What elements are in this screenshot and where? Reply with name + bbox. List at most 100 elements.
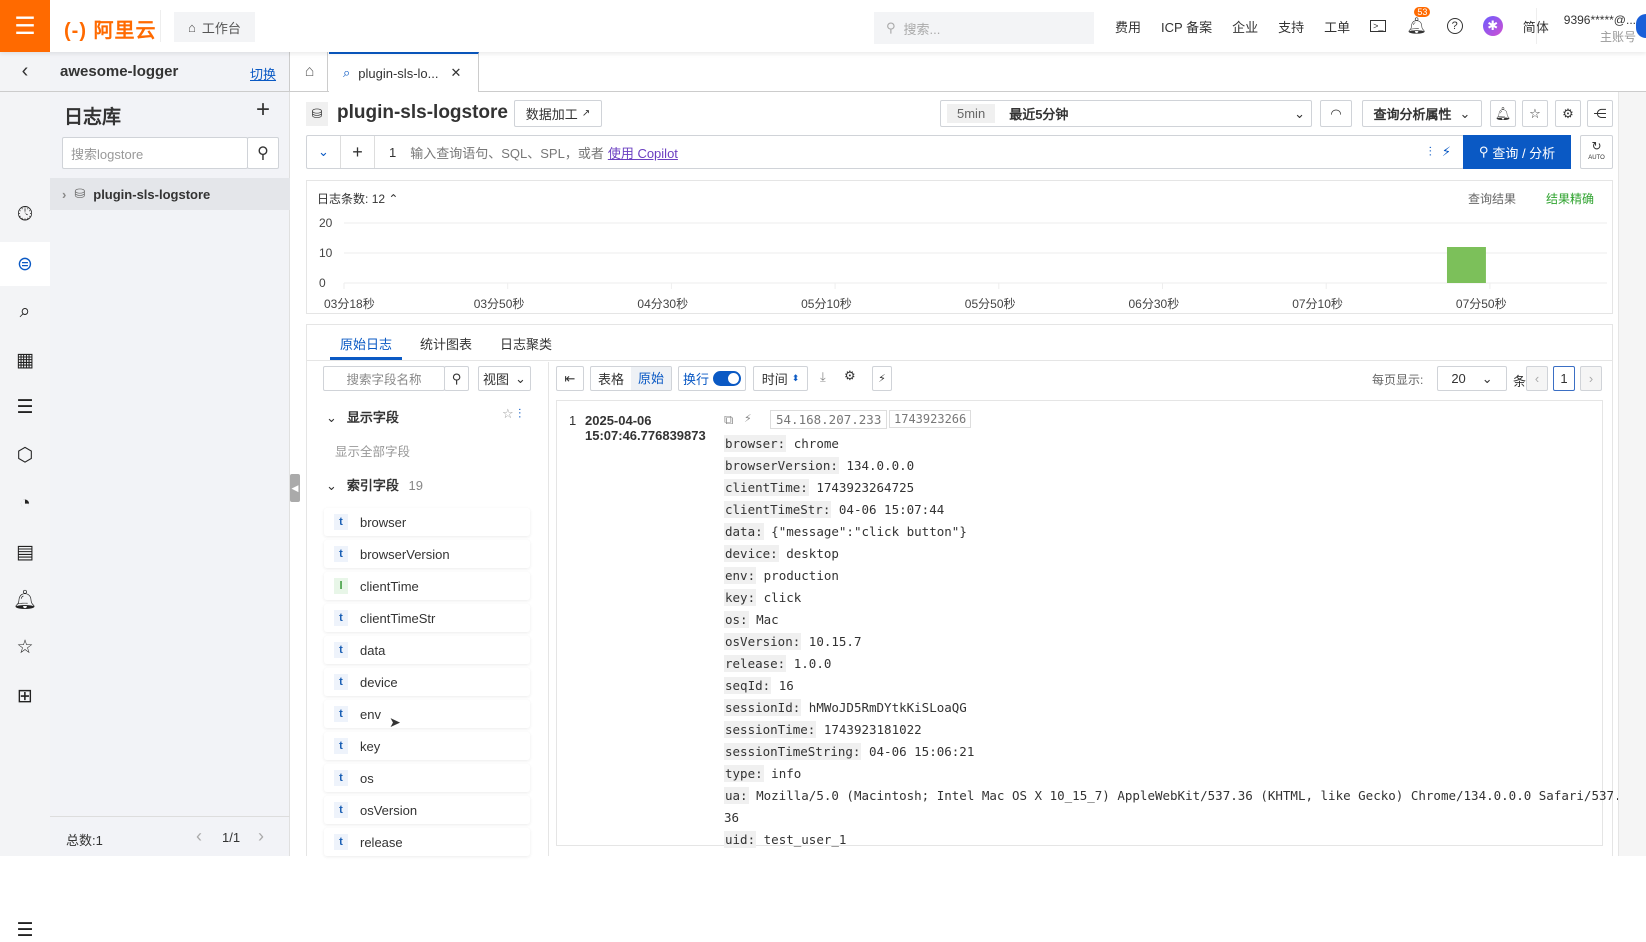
log-field-value[interactable]: 04-06 15:06:21 bbox=[869, 744, 974, 759]
log-field-value[interactable]: 134.0.0.0 bbox=[846, 458, 914, 473]
download-icon[interactable]: ⤓ bbox=[820, 369, 826, 385]
log-field-key[interactable]: uid: bbox=[724, 831, 757, 848]
nav-icp[interactable]: ICP 备案 bbox=[1161, 17, 1212, 36]
settings-icon[interactable]: ⚙ bbox=[844, 368, 856, 384]
switch-project-link[interactable]: 切换 bbox=[250, 64, 276, 83]
log-field-key[interactable]: ua: bbox=[724, 787, 749, 804]
panel-collapse-handle[interactable]: ◀ bbox=[290, 474, 300, 502]
log-field-key[interactable]: clientTimeStr: bbox=[724, 501, 832, 518]
copy-icon[interactable]: ⧉ bbox=[724, 412, 733, 428]
wrap-toggle[interactable]: 换行 bbox=[678, 366, 746, 391]
workbench-button[interactable]: ⌂ 工作台 bbox=[174, 12, 255, 42]
clock-icon[interactable]: 🕓︎ bbox=[13, 203, 37, 227]
log-field-value[interactable]: desktop bbox=[786, 546, 839, 561]
next-page-button[interactable]: › bbox=[1580, 366, 1602, 391]
log-field-value[interactable]: 36 bbox=[724, 810, 739, 825]
view-select[interactable]: 视图 ⌄ bbox=[478, 366, 531, 391]
log-field-value[interactable]: 04-06 15:07:44 bbox=[839, 502, 944, 517]
log-field-value[interactable]: production bbox=[764, 568, 839, 583]
tab-raw-logs[interactable]: 原始日志 bbox=[330, 334, 402, 360]
raw-mode-button[interactable]: 原始 bbox=[631, 367, 671, 390]
global-search-input[interactable]: ⚲ 搜索... bbox=[874, 12, 1094, 44]
field-search-input[interactable]: 搜索字段名称 bbox=[323, 366, 445, 391]
log-field-key[interactable]: sessionTimeString: bbox=[724, 743, 862, 760]
field-item[interactable]: t key bbox=[324, 732, 530, 760]
help-icon[interactable]: ? bbox=[1446, 18, 1463, 34]
add-logstore-button[interactable]: + bbox=[256, 96, 270, 124]
logstore-search-button[interactable]: ⚲ bbox=[247, 137, 279, 169]
nav-ticket[interactable]: 工单 bbox=[1324, 17, 1350, 36]
field-item[interactable]: t release bbox=[324, 828, 530, 856]
field-settings-icon[interactable]: ⫶ bbox=[518, 406, 521, 422]
prev-page-icon[interactable]: ‹ bbox=[196, 826, 202, 847]
index-fields-header[interactable]: ⌄ 索引字段 19 bbox=[326, 475, 423, 494]
favorite-button[interactable]: ☆ bbox=[1522, 100, 1548, 127]
nav-fees[interactable]: 费用 bbox=[1115, 17, 1141, 36]
logstore-item[interactable]: › ⛁ plugin-sls-logstore bbox=[50, 178, 290, 210]
terminal-icon[interactable]: >_ bbox=[1370, 20, 1387, 32]
collapse-menu-icon[interactable]: ☰ bbox=[13, 918, 37, 942]
log-field-key[interactable]: sessionTime: bbox=[724, 721, 817, 738]
log-field-value[interactable]: test_user_1 bbox=[764, 832, 847, 847]
expand-icon[interactable]: ⌄ bbox=[307, 136, 341, 168]
copilot-link[interactable]: 使用 Copilot bbox=[608, 143, 678, 162]
back-icon[interactable]: ‹ bbox=[0, 52, 50, 91]
field-item[interactable]: t browser bbox=[324, 508, 530, 536]
magic-wand-icon[interactable]: ⚡︎ bbox=[744, 412, 752, 425]
settings-button[interactable]: ⚙ bbox=[1555, 100, 1581, 127]
log-field-value[interactable]: info bbox=[771, 766, 801, 781]
log-field-key[interactable]: clientTime: bbox=[724, 479, 809, 496]
nav-support[interactable]: 支持 bbox=[1278, 17, 1304, 36]
field-item[interactable]: t clientTimeStr bbox=[324, 604, 530, 632]
log-field-value[interactable]: {"message":"click button"} bbox=[771, 524, 967, 539]
tab-logstore[interactable]: ⌕ plugin-sls-lo... ✕ bbox=[329, 52, 479, 92]
log-field-value[interactable]: Mac bbox=[756, 612, 779, 627]
log-field-key[interactable]: browserVersion: bbox=[724, 457, 839, 474]
data-process-button[interactable]: 数据加工 ↗ bbox=[514, 100, 602, 127]
log-field-value[interactable]: chrome bbox=[794, 436, 839, 451]
list-icon[interactable]: ☰ bbox=[13, 395, 37, 419]
magic-wand-icon[interactable]: ⚡︎ bbox=[1442, 144, 1451, 160]
log-field-value[interactable]: hMWoJD5RmDYtkKiSLoaQG bbox=[809, 700, 967, 715]
star-icon[interactable]: ☆ bbox=[502, 406, 514, 422]
auto-refresh-button[interactable]: ↻ AUTO bbox=[1580, 135, 1613, 169]
log-field-key[interactable]: osVersion: bbox=[724, 633, 802, 650]
star-icon[interactable]: ☆ bbox=[13, 635, 37, 659]
log-field-value[interactable]: 10.15.7 bbox=[809, 634, 862, 649]
tab-statistics[interactable]: 统计图表 bbox=[420, 334, 472, 353]
log-field-key[interactable]: release: bbox=[724, 655, 787, 672]
account-menu[interactable]: 9396*****@... 主账号 bbox=[1546, 12, 1636, 46]
monitor-icon[interactable]: ⌕ bbox=[13, 300, 37, 324]
log-field-key[interactable]: device: bbox=[724, 545, 779, 562]
log-field-key[interactable]: type: bbox=[724, 765, 764, 782]
next-page-icon[interactable]: › bbox=[258, 826, 264, 847]
cube-icon[interactable]: ⬡ bbox=[13, 443, 37, 467]
time-sort-button[interactable]: 时间 ⬍ bbox=[753, 366, 808, 391]
table-mode-button[interactable]: 表格 bbox=[591, 369, 631, 388]
show-all-fields[interactable]: 显示全部字段 bbox=[335, 441, 410, 460]
avatar[interactable] bbox=[1636, 14, 1646, 38]
speedometer-button[interactable]: ◠ bbox=[1320, 100, 1352, 127]
bell-icon[interactable]: 🔔︎ 53 bbox=[1406, 7, 1431, 36]
log-field-value[interactable]: Mozilla/5.0 (Macintosh; Intel Mac OS X 1… bbox=[756, 788, 1621, 803]
add-icon[interactable]: + bbox=[341, 136, 375, 168]
alert-bell-icon[interactable]: 🔔︎ bbox=[13, 588, 37, 612]
log-field-key[interactable]: sessionId: bbox=[724, 699, 802, 716]
log-field-value[interactable]: click bbox=[764, 590, 802, 605]
dashboard-icon[interactable]: ▦ bbox=[13, 348, 37, 372]
log-field-key[interactable]: os: bbox=[724, 611, 749, 628]
collapse-fields-button[interactable]: ⇤ bbox=[556, 366, 584, 391]
prev-page-button[interactable]: ‹ bbox=[1526, 366, 1548, 391]
log-field-key[interactable]: env: bbox=[724, 567, 757, 584]
share-button[interactable]: ⋲ bbox=[1587, 100, 1613, 127]
brand-logo[interactable]: (-) 阿里云 bbox=[64, 14, 157, 43]
magic-wand-button[interactable]: ⚡︎ bbox=[872, 366, 892, 391]
report-icon[interactable]: ▤ bbox=[13, 540, 37, 564]
field-item[interactable]: t os bbox=[324, 764, 530, 792]
log-field-value[interactable]: 1.0.0 bbox=[794, 656, 832, 671]
log-field-key[interactable]: seqId: bbox=[724, 677, 772, 694]
grid-icon[interactable]: ⊞ bbox=[13, 684, 37, 708]
log-field-value[interactable]: 1743923264725 bbox=[816, 480, 914, 495]
field-item[interactable]: t osVersion bbox=[324, 796, 530, 824]
toggle-switch[interactable] bbox=[713, 371, 741, 386]
